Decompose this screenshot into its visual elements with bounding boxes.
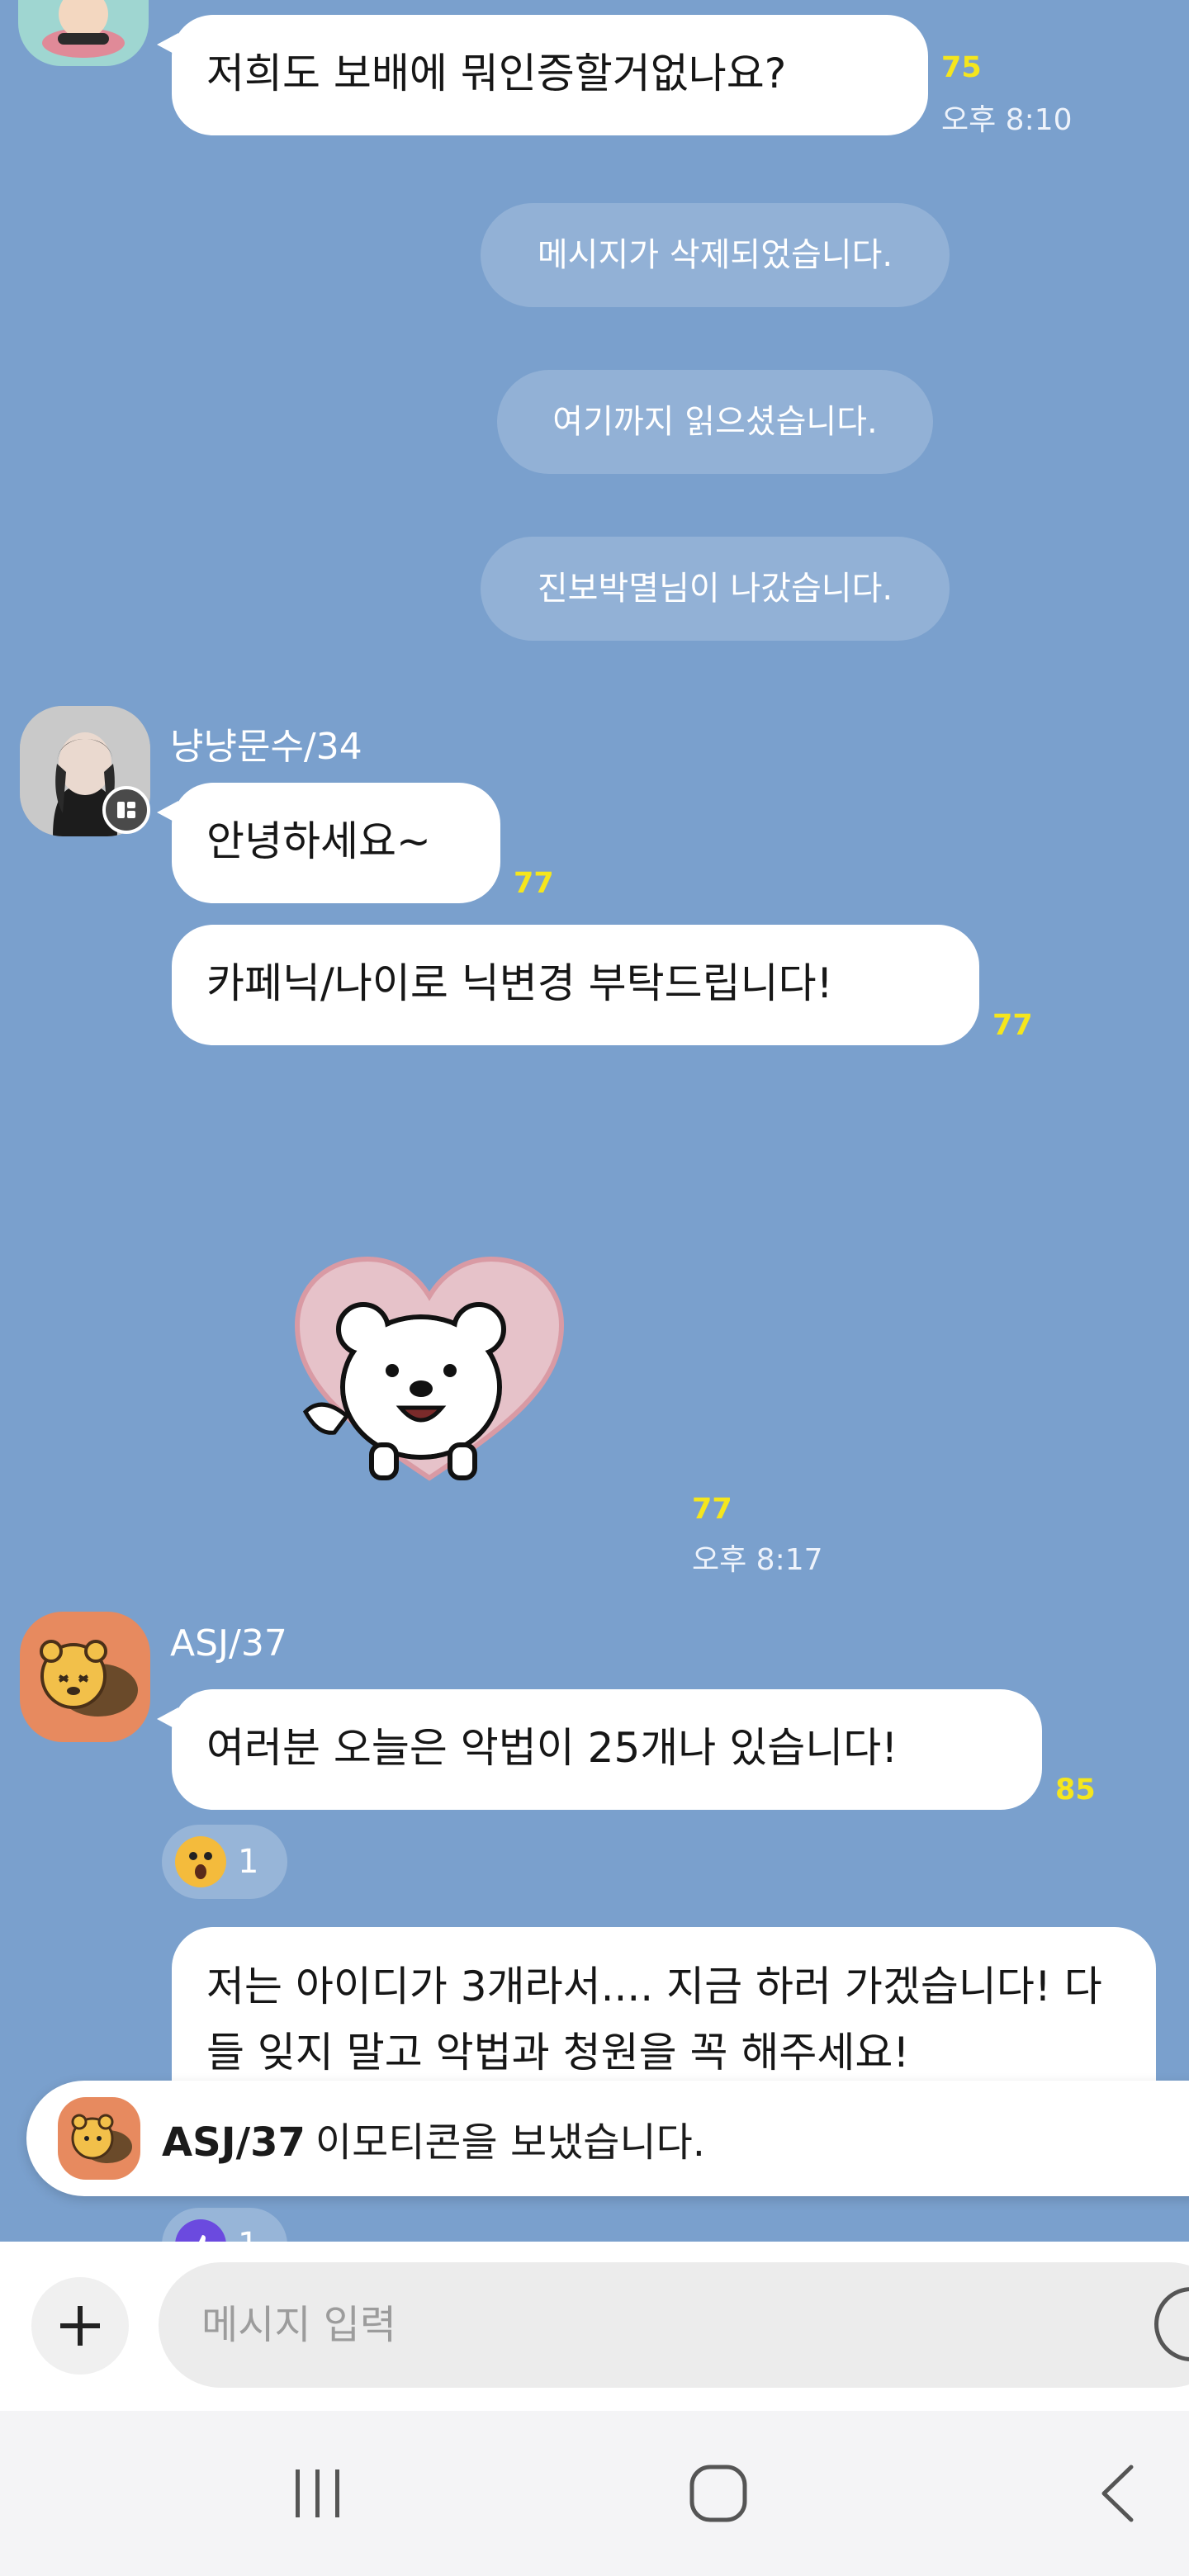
unread-count: 75 (941, 51, 982, 84)
system-notice: 여기까지 읽으셨습니다. (497, 370, 933, 474)
message-text: 카페닉/나이로 닉변경 부탁드립니다! (206, 959, 833, 1007)
reaction-count: 1 (238, 2226, 258, 2242)
avatar-top-user[interactable] (18, 0, 149, 66)
reaction-chip[interactable]: 1 (162, 2208, 287, 2242)
new-message-toast[interactable]: ASJ/37 이모티콘을 보냈습니다. (26, 2081, 1189, 2196)
system-navigation-bar (0, 2411, 1189, 2576)
avatar-asj[interactable] (20, 1612, 150, 1742)
back-button[interactable] (1073, 2456, 1164, 2531)
message-bubble[interactable]: 안녕하세요~ (157, 783, 500, 903)
message-time: 오후 8:10 (941, 103, 1073, 137)
message-input[interactable] (159, 2262, 1189, 2388)
plus-icon (60, 2306, 100, 2346)
thumbs-up-icon (175, 2219, 226, 2242)
surprised-emoji-icon (175, 1836, 226, 1887)
chat-area[interactable]: 저희도 보배에 뭐인증할거없나요? 75 오후 8:10 메시지가 삭제되었습니… (0, 0, 1189, 2242)
message-bubble[interactable]: 여러분 오늘은 악법이 25개나 있습니다! (157, 1689, 1042, 1810)
unread-count: 85 (1055, 1773, 1096, 1807)
system-notice: 진보박멸님이 나갔습니다. (481, 537, 950, 641)
unread-count: 77 (992, 1009, 1033, 1042)
message-bubble[interactable]: 저희도 보배에 뭐인증할거없나요? (157, 15, 928, 135)
toast-text: 이모티콘을 보냈습니다. (315, 2119, 706, 2166)
sender-name: ASJ/37 (170, 1622, 287, 1664)
toast-sender: ASJ/37 (162, 2119, 306, 2166)
sticker-image[interactable] (289, 1247, 570, 1494)
system-notice-text: 진보박멸님이 나갔습니다. (537, 570, 893, 608)
reaction-chip[interactable]: 1 (162, 1825, 287, 1899)
message-text: 저는 아이디가 3개라서.... 지금 하러 가겠습니다! 다들 잊지 말고 악… (206, 1963, 1102, 2076)
system-notice-text: 메시지가 삭제되었습니다. (537, 236, 893, 274)
home-button[interactable] (673, 2456, 764, 2531)
system-notice: 메시지가 삭제되었습니다. (481, 203, 950, 307)
home-icon (689, 2465, 747, 2522)
unread-count: 77 (514, 867, 554, 900)
toast-avatar (58, 2097, 140, 2180)
message-text: 안녕하세요~ (206, 817, 431, 865)
reaction-count: 1 (238, 1843, 259, 1881)
unread-count: 77 (692, 1493, 732, 1526)
message-bubble[interactable]: 카페닉/나이로 닉변경 부탁드립니다! (172, 925, 979, 1045)
recent-apps-icon (296, 2469, 339, 2517)
recent-apps-button[interactable] (272, 2456, 363, 2531)
sender-name: 냥냥문수/34 (170, 726, 362, 768)
message-text: 여러분 오늘은 악법이 25개나 있습니다! (206, 1724, 898, 1772)
toast-message: ASJ/37 이모티콘을 보냈습니다. (162, 2110, 705, 2167)
system-notice-text: 여기까지 읽으셨습니다. (552, 403, 878, 441)
message-time: 오후 8:17 (692, 1543, 823, 1577)
back-icon (1101, 2465, 1134, 2522)
attach-plus-button[interactable] (31, 2277, 129, 2375)
profile-badge-icon (102, 786, 150, 834)
message-text: 저희도 보배에 뭐인증할거없나요? (206, 50, 787, 97)
